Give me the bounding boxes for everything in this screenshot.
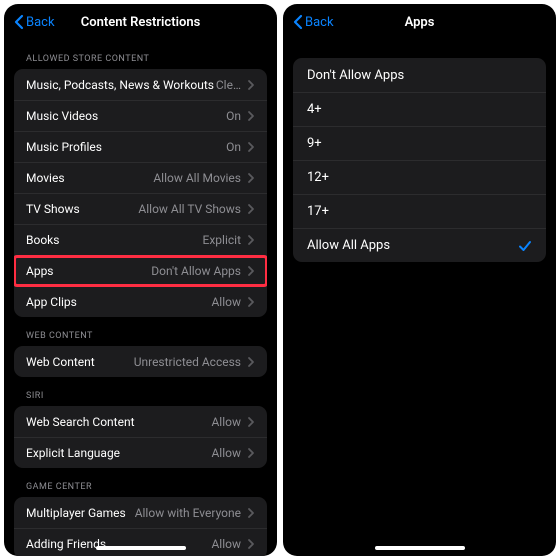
- row-value: On: [226, 109, 241, 123]
- row-app-clips[interactable]: App ClipsAllow: [14, 286, 267, 317]
- page-title: Content Restrictions: [14, 15, 267, 30]
- row-books[interactable]: BooksExplicit: [14, 224, 267, 255]
- row-value: Allow: [211, 537, 241, 551]
- chevron-right-icon: [247, 141, 255, 153]
- screen-content-restrictions: Back Content Restrictions ALLOWED STORE …: [4, 4, 277, 556]
- section-header: ALLOWED STORE CONTENT: [4, 40, 277, 69]
- option-label: Allow All Apps: [307, 238, 518, 253]
- settings-group: Web Search ContentAllowExplicit Language…: [14, 406, 267, 468]
- option-don-t-allow-apps[interactable]: Don't Allow Apps: [293, 58, 546, 92]
- chevron-right-icon: [247, 416, 255, 428]
- settings-group: Web ContentUnrestricted Access: [14, 346, 267, 377]
- row-value: Allow: [211, 295, 241, 309]
- row-value: Don't Allow Apps: [151, 264, 241, 278]
- row-label: Music Profiles: [26, 140, 226, 154]
- row-music-videos[interactable]: Music VideosOn: [14, 100, 267, 131]
- row-value: Explicit: [203, 233, 241, 247]
- row-value: Unrestricted Access: [134, 355, 241, 369]
- home-indicator[interactable]: [96, 546, 186, 550]
- option-allow-all-apps[interactable]: Allow All Apps: [293, 228, 546, 262]
- row-multiplayer-games[interactable]: Multiplayer GamesAllow with Everyone: [14, 497, 267, 528]
- option-17[interactable]: 17+: [293, 194, 546, 228]
- chevron-right-icon: [247, 79, 255, 91]
- row-label: TV Shows: [26, 202, 138, 216]
- option-label: 12+: [307, 170, 532, 185]
- option-label: 9+: [307, 136, 532, 151]
- row-value: Allow: [211, 446, 241, 460]
- section-header: WEB CONTENT: [4, 317, 277, 346]
- row-label: Movies: [26, 171, 153, 185]
- row-web-search-content[interactable]: Web Search ContentAllow: [14, 406, 267, 437]
- navbar: Back Apps: [283, 4, 556, 40]
- row-value: Cle…: [216, 78, 241, 92]
- row-value: Allow with Everyone: [135, 506, 241, 520]
- row-web-content[interactable]: Web ContentUnrestricted Access: [14, 346, 267, 377]
- settings-group: Music, Podcasts, News & WorkoutsCle…Musi…: [14, 69, 267, 317]
- option-4[interactable]: 4+: [293, 92, 546, 126]
- row-label: Music Videos: [26, 109, 226, 123]
- chevron-right-icon: [247, 203, 255, 215]
- chevron-right-icon: [247, 110, 255, 122]
- section-header: SIRI: [4, 377, 277, 406]
- row-music-podcasts-news-workouts[interactable]: Music, Podcasts, News & WorkoutsCle…: [14, 69, 267, 100]
- section-header: GAME CENTER: [4, 468, 277, 497]
- settings-list: ALLOWED STORE CONTENTMusic, Podcasts, Ne…: [4, 40, 277, 556]
- row-label: Music, Podcasts, News & Workouts: [26, 78, 216, 92]
- chevron-right-icon: [247, 172, 255, 184]
- row-label: Multiplayer Games: [26, 506, 135, 520]
- option-label: Don't Allow Apps: [307, 68, 532, 83]
- navbar: Back Content Restrictions: [4, 4, 277, 40]
- row-apps[interactable]: AppsDon't Allow Apps: [14, 255, 267, 286]
- row-label: Web Search Content: [26, 415, 211, 429]
- option-12[interactable]: 12+: [293, 160, 546, 194]
- row-tv-shows[interactable]: TV ShowsAllow All TV Shows: [14, 193, 267, 224]
- row-label: App Clips: [26, 295, 211, 309]
- option-label: 17+: [307, 204, 532, 219]
- row-music-profiles[interactable]: Music ProfilesOn: [14, 131, 267, 162]
- row-value: On: [226, 140, 241, 154]
- page-title: Apps: [293, 15, 546, 30]
- row-label: Web Content: [26, 355, 134, 369]
- row-label: Explicit Language: [26, 446, 211, 460]
- home-indicator[interactable]: [375, 546, 465, 550]
- option-9[interactable]: 9+: [293, 126, 546, 160]
- row-value: Allow All Movies: [153, 171, 241, 185]
- chevron-right-icon: [247, 507, 255, 519]
- chevron-right-icon: [247, 296, 255, 308]
- row-label: Apps: [26, 264, 151, 278]
- chevron-right-icon: [247, 447, 255, 459]
- chevron-right-icon: [247, 265, 255, 277]
- chevron-right-icon: [247, 538, 255, 550]
- row-label: Books: [26, 233, 203, 247]
- row-value: Allow All TV Shows: [138, 202, 241, 216]
- option-label: 4+: [307, 102, 532, 117]
- screen-apps: Back Apps Don't Allow Apps 4+ 9+ 12+ 17+ Allo…: [283, 4, 556, 556]
- row-value: Allow: [211, 415, 241, 429]
- row-adding-friends[interactable]: Adding FriendsAllow: [14, 528, 267, 556]
- checkmark-icon: [518, 239, 532, 253]
- row-movies[interactable]: MoviesAllow All Movies: [14, 162, 267, 193]
- chevron-right-icon: [247, 234, 255, 246]
- chevron-right-icon: [247, 356, 255, 368]
- options-list: Don't Allow Apps 4+ 9+ 12+ 17+ Allow All Apps: [283, 40, 556, 556]
- row-explicit-language[interactable]: Explicit LanguageAllow: [14, 437, 267, 468]
